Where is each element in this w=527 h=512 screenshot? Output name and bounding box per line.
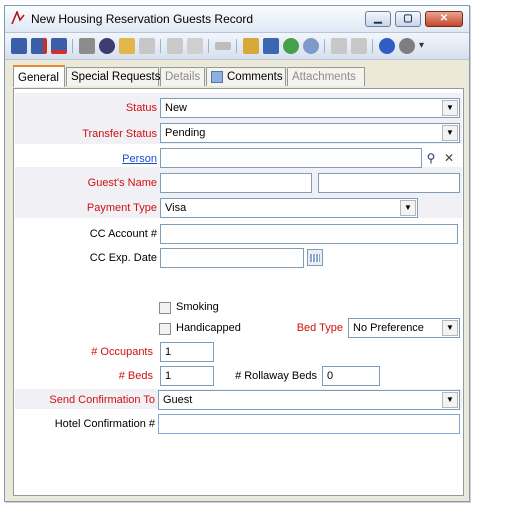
status-value: New: [165, 102, 188, 114]
toolbar-separator: [372, 39, 373, 53]
app-logo-icon: [11, 11, 25, 25]
send-confirmation-to-select[interactable]: Guest ▼: [158, 390, 460, 410]
print-icon[interactable]: [79, 38, 95, 54]
copy-record-icon[interactable]: [243, 38, 259, 54]
chevron-down-icon[interactable]: ▼: [442, 125, 458, 141]
help-icon[interactable]: [379, 38, 395, 54]
send-confirmation-to-label: Send Confirmation To: [49, 394, 155, 406]
toolbar-separator: [72, 39, 73, 53]
chevron-down-icon[interactable]: ▼: [400, 200, 416, 216]
chevron-down-icon[interactable]: ▼: [442, 100, 458, 116]
bed-type-label: Bed Type: [296, 322, 343, 334]
find-icon[interactable]: [99, 38, 115, 54]
maximize-icon: ▢: [403, 13, 413, 24]
payment-type-label: Payment Type: [86, 202, 157, 214]
handicapped-checkbox[interactable]: [159, 323, 171, 335]
save-and-new-icon[interactable]: [51, 38, 67, 54]
transfer-status-label: Transfer Status: [82, 128, 157, 140]
hotel-confirmation-label: Hotel Confirmation #: [54, 418, 155, 430]
tab-general[interactable]: General: [13, 65, 65, 87]
bed-type-value: No Preference: [353, 322, 424, 334]
tab-attachments[interactable]: Attachments: [287, 67, 365, 86]
toolbar: ▾: [5, 33, 469, 60]
notes-icon[interactable]: [139, 38, 155, 54]
web-icon[interactable]: [283, 38, 299, 54]
toolbar-separator: [160, 39, 161, 53]
general-tab-panel: Status New ▼ Transfer Status Pending ▼ P…: [13, 88, 464, 496]
chevron-down-icon[interactable]: ▼: [442, 392, 458, 408]
status-label: Status: [125, 102, 157, 114]
hotel-confirmation-input[interactable]: [158, 414, 460, 434]
payment-type-select[interactable]: Visa ▼: [160, 198, 418, 218]
calendar-grid: [310, 254, 320, 262]
beds-input[interactable]: 1: [160, 366, 214, 386]
occupants-label: # Occupants: [91, 346, 153, 358]
rollaway-beds-input[interactable]: 0: [322, 366, 380, 386]
minimize-button[interactable]: ▁: [365, 11, 391, 27]
minimize-icon: ▁: [374, 13, 382, 24]
guest-name-label: Guest's Name: [87, 177, 157, 189]
calendar-icon[interactable]: [307, 249, 323, 266]
handicapped-label: Handicapped: [176, 322, 241, 334]
previous-record-icon[interactable]: [331, 38, 347, 54]
cc-exp-date-input[interactable]: [160, 248, 304, 268]
title-bar: New Housing Reservation Guests Record ▁ …: [5, 6, 469, 33]
settings-icon[interactable]: [303, 38, 319, 54]
toolbar-separator: [236, 39, 237, 53]
transfer-status-select[interactable]: Pending ▼: [160, 123, 460, 143]
tab-details[interactable]: Details: [160, 67, 205, 86]
smoking-checkbox[interactable]: [159, 302, 171, 314]
cc-exp-date-label: CC Exp. Date: [89, 252, 157, 264]
payment-type-value: Visa: [165, 202, 187, 214]
occupants-input[interactable]: 1: [160, 342, 214, 362]
open-folder-icon[interactable]: [119, 38, 135, 54]
refresh-icon[interactable]: [167, 38, 183, 54]
smoking-label: Smoking: [176, 301, 219, 313]
field-icon[interactable]: [215, 42, 231, 50]
toolbar-separator: [208, 39, 209, 53]
status-select[interactable]: New ▼: [160, 98, 460, 118]
cc-account-input[interactable]: [160, 224, 458, 244]
toolbar-overflow-icon[interactable]: ▾: [419, 38, 427, 54]
window-title: New Housing Reservation Guests Record: [31, 12, 254, 26]
save-icon[interactable]: [11, 38, 27, 54]
close-button[interactable]: ✕: [425, 11, 463, 27]
person-link[interactable]: Person: [122, 153, 157, 165]
tab-comments-label: Comments: [227, 71, 283, 83]
rollaway-beds-label: # Rollaway Beds: [235, 370, 317, 382]
transfer-status-value: Pending: [165, 127, 206, 139]
comments-icon: [211, 71, 223, 83]
cc-account-label: CC Account #: [89, 228, 157, 240]
guest-first-name-input[interactable]: [160, 173, 312, 193]
person-input[interactable]: [160, 148, 422, 168]
tab-comments[interactable]: Comments: [206, 67, 286, 86]
info-icon[interactable]: [399, 38, 415, 54]
overflow-chevron-icon: ▾: [419, 40, 425, 51]
person-clear-icon[interactable]: ✕: [440, 149, 458, 167]
delete-icon[interactable]: [187, 38, 203, 54]
record-window: New Housing Reservation Guests Record ▁ …: [4, 5, 470, 502]
person-search-icon[interactable]: ⚲: [422, 149, 440, 167]
chevron-down-icon[interactable]: ▼: [442, 320, 458, 336]
close-icon: ✕: [439, 13, 449, 24]
toolbar-separator: [324, 39, 325, 53]
beds-label: # Beds: [118, 370, 153, 382]
duplicate-icon[interactable]: [263, 38, 279, 54]
maximize-button[interactable]: ▢: [395, 11, 421, 27]
tab-special-requests[interactable]: Special Requests: [66, 67, 161, 86]
next-record-icon[interactable]: [351, 38, 367, 54]
save-and-close-icon[interactable]: [31, 38, 47, 54]
bed-type-select[interactable]: No Preference ▼: [348, 318, 460, 338]
send-confirmation-to-value: Guest: [163, 394, 193, 406]
guest-last-name-input[interactable]: [318, 173, 460, 193]
